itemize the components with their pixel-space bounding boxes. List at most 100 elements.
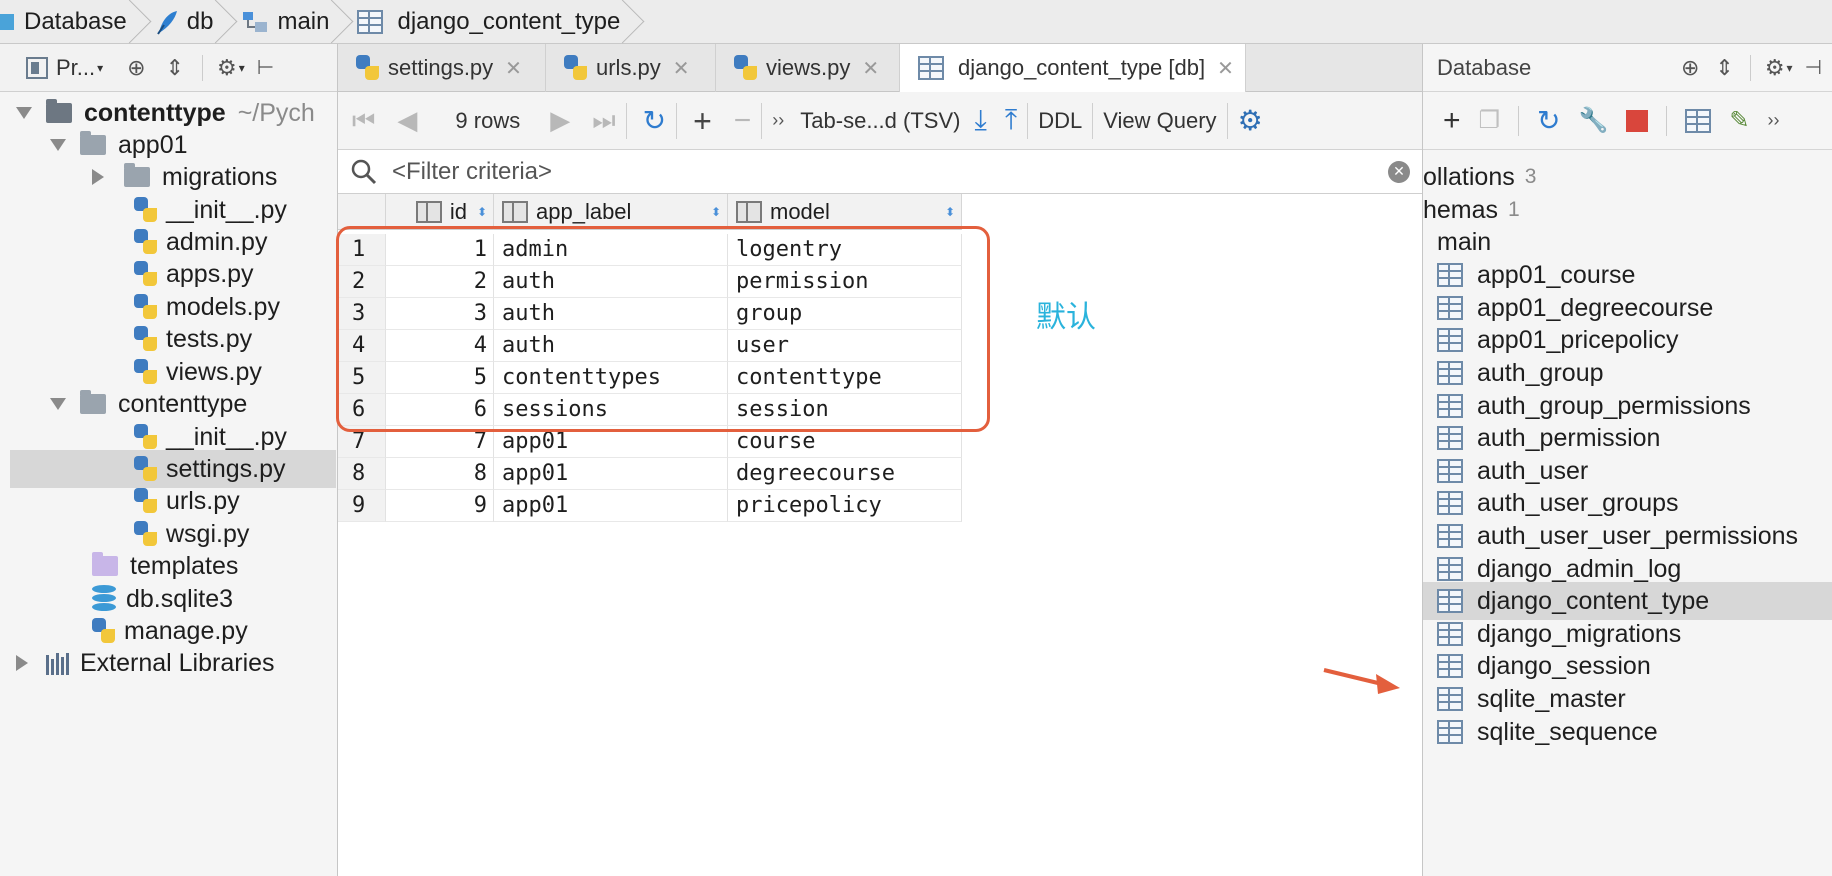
cell-id[interactable]: 1 — [386, 234, 494, 266]
cell-id[interactable]: 9 — [386, 490, 494, 522]
cell-app-label[interactable]: app01 — [494, 458, 728, 490]
sort-icon[interactable]: ⬍ — [945, 206, 955, 218]
table-view-icon[interactable] — [1685, 108, 1712, 133]
cell-model[interactable]: contenttype — [728, 362, 962, 394]
row-number[interactable]: 7 — [338, 426, 386, 458]
cell-app-label[interactable]: app01 — [494, 426, 728, 458]
add-datasource-icon[interactable]: + — [1443, 105, 1461, 136]
tab-django-content-type[interactable]: django_content_type [db] ✕ — [900, 44, 1246, 92]
cell-id[interactable]: 6 — [386, 394, 494, 426]
table-row[interactable]: 8 8 app01 degreecourse — [338, 458, 962, 490]
table-row[interactable]: 4 4 auth user — [338, 330, 962, 362]
column-header-app-label[interactable]: app_label ⬍ — [494, 194, 728, 230]
dropdown-arrow-icon[interactable]: ▾ — [239, 61, 245, 75]
table-row[interactable]: 5 5 contenttypes contenttype — [338, 362, 962, 394]
properties-icon[interactable]: 🔧 — [1579, 106, 1609, 135]
crosshair-icon[interactable]: ⊕ — [1681, 55, 1699, 81]
delete-row-icon[interactable]: − — [734, 104, 752, 138]
row-number[interactable]: 9 — [338, 490, 386, 522]
tree-item-external-libraries[interactable]: External Libraries — [16, 644, 275, 682]
expand-arrow-icon[interactable] — [16, 107, 32, 119]
project-panel-title[interactable]: Pr... — [56, 55, 95, 81]
collapse-all-icon[interactable]: ⇕ — [1715, 55, 1733, 81]
cell-app-label[interactable]: auth — [494, 266, 728, 298]
export-format-select[interactable]: Tab-se...d (TSV) — [800, 108, 960, 134]
collapse-all-icon[interactable]: ⇕ — [166, 55, 184, 81]
cell-id[interactable]: 8 — [386, 458, 494, 490]
row-number[interactable]: 3 — [338, 298, 386, 330]
gear-icon[interactable]: ⚙ — [1765, 55, 1785, 81]
dropdown-arrow-icon[interactable]: ▾ — [1787, 61, 1793, 75]
clear-filter-icon[interactable]: ✕ — [1388, 160, 1410, 183]
row-number[interactable]: 6 — [338, 394, 386, 426]
tab-urls-py[interactable]: urls.py ✕ — [546, 44, 716, 92]
breadcrumb-item-table[interactable]: django_content_type — [351, 0, 642, 44]
table-row[interactable]: 7 7 app01 course — [338, 426, 962, 458]
settings-gear-icon[interactable]: ⚙ — [1238, 104, 1263, 137]
expand-arrow-icon[interactable] — [50, 139, 66, 151]
stop-icon[interactable] — [1626, 109, 1649, 132]
table-row[interactable]: 6 6 sessions session — [338, 394, 962, 426]
hide-panel-icon[interactable]: ⊢ — [257, 55, 274, 80]
tab-views-py[interactable]: views.py ✕ — [716, 44, 900, 92]
breadcrumb-item-db[interactable]: db — [149, 0, 236, 44]
cell-model[interactable]: pricepolicy — [728, 490, 962, 522]
column-header-model[interactable]: model ⬍ — [728, 194, 962, 230]
cell-model[interactable]: permission — [728, 266, 962, 298]
cell-id[interactable]: 2 — [386, 266, 494, 298]
cell-id[interactable]: 5 — [386, 362, 494, 394]
gear-icon[interactable]: ⚙ — [217, 55, 237, 81]
upload-icon[interactable]: ⤒ — [1005, 104, 1017, 137]
dropdown-arrow-icon[interactable]: ▾ — [97, 61, 103, 75]
sort-icon[interactable]: ⬍ — [711, 206, 721, 218]
cell-model[interactable]: session — [728, 394, 962, 426]
row-number[interactable]: 2 — [338, 266, 386, 298]
next-page-icon[interactable]: ▶ — [550, 105, 570, 136]
more-icon[interactable]: ›› — [1768, 110, 1780, 131]
cell-id[interactable]: 3 — [386, 298, 494, 330]
previous-page-icon[interactable]: ◀ — [397, 105, 417, 136]
download-icon[interactable]: ⤓ — [974, 104, 986, 137]
last-page-icon[interactable]: ⏭ — [592, 105, 615, 137]
cell-model[interactable]: logentry — [728, 234, 962, 266]
copy-icon[interactable]: ❐ — [1479, 106, 1501, 135]
table-node[interactable]: sqlite_sequence — [1437, 713, 1658, 751]
row-number[interactable]: 8 — [338, 458, 386, 490]
cell-model[interactable]: course — [728, 426, 962, 458]
table-row[interactable]: 3 3 auth group — [338, 298, 962, 330]
sort-icon[interactable]: ⬍ — [477, 206, 487, 218]
first-page-icon[interactable]: ⏮ — [352, 105, 375, 137]
tab-settings-py[interactable]: settings.py ✕ — [338, 44, 546, 92]
edit-icon[interactable]: ✎ — [1729, 106, 1749, 135]
column-header-id[interactable]: id ⬍ — [386, 194, 494, 230]
ddl-button[interactable]: DDL — [1038, 108, 1082, 134]
row-number[interactable]: 4 — [338, 330, 386, 362]
expand-arrow-icon[interactable] — [50, 398, 66, 410]
cell-app-label[interactable]: admin — [494, 234, 728, 266]
row-number[interactable]: 5 — [338, 362, 386, 394]
cell-model[interactable]: user — [728, 330, 962, 362]
view-query-button[interactable]: View Query — [1103, 108, 1216, 134]
cell-model[interactable]: degreecourse — [728, 458, 962, 490]
cell-app-label[interactable]: auth — [494, 298, 728, 330]
row-number[interactable]: 1 — [338, 234, 386, 266]
table-row[interactable]: 2 2 auth permission — [338, 266, 962, 298]
cell-id[interactable]: 4 — [386, 330, 494, 362]
cell-app-label[interactable]: contenttypes — [494, 362, 728, 394]
add-row-icon[interactable]: + — [693, 105, 712, 137]
collapsed-arrow-icon[interactable] — [16, 655, 28, 671]
table-row[interactable]: 9 9 app01 pricepolicy — [338, 490, 962, 522]
collapsed-arrow-icon[interactable] — [92, 169, 104, 185]
cell-app-label[interactable]: app01 — [494, 490, 728, 522]
cell-app-label[interactable]: sessions — [494, 394, 728, 426]
breadcrumb-item-main[interactable]: main — [235, 0, 351, 44]
close-icon[interactable]: ✕ — [673, 56, 690, 81]
close-icon[interactable]: ✕ — [862, 56, 879, 81]
hide-panel-icon[interactable]: ⊣ — [1805, 55, 1822, 80]
cell-id[interactable]: 7 — [386, 426, 494, 458]
close-icon[interactable]: ✕ — [1217, 56, 1234, 81]
cell-model[interactable]: group — [728, 298, 962, 330]
refresh-icon[interactable]: ↻ — [1537, 104, 1560, 137]
close-icon[interactable]: ✕ — [505, 56, 522, 81]
filter-search-icon[interactable] — [350, 158, 378, 186]
